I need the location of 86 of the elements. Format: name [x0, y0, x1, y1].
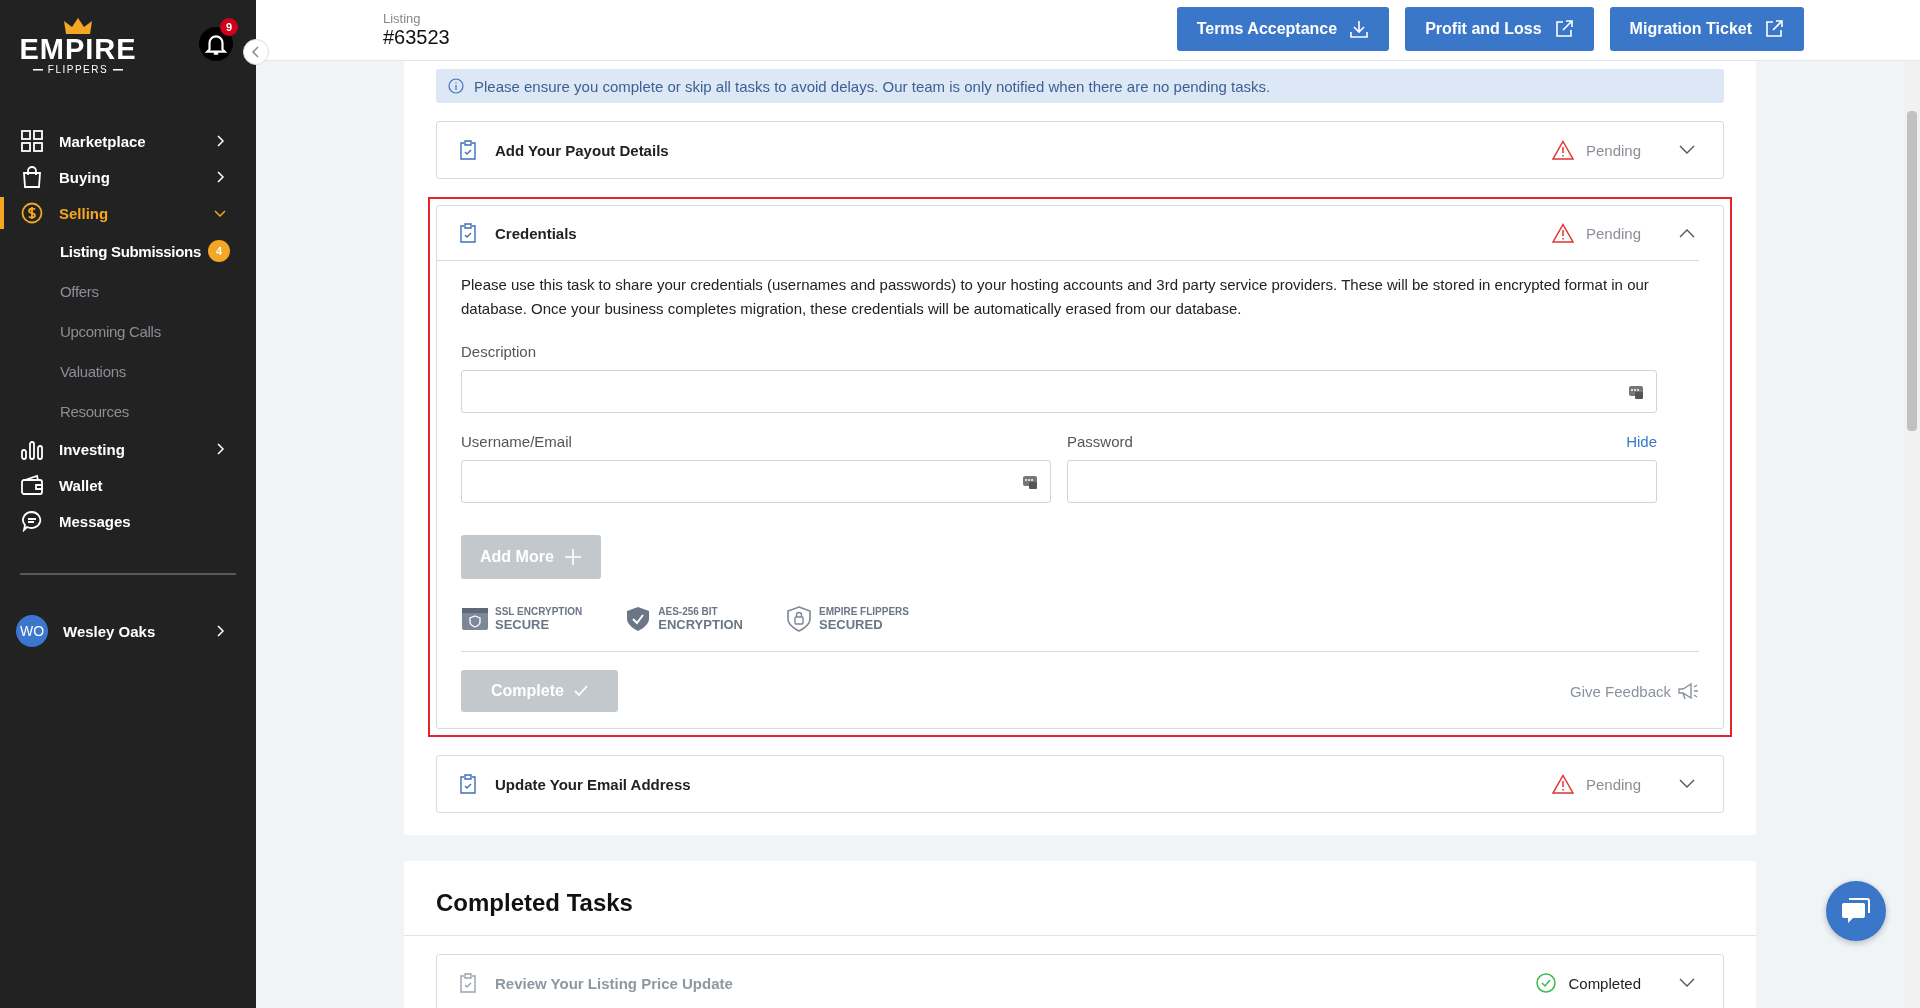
task-title: Review Your Listing Price Update: [495, 974, 734, 992]
header-button[interactable]: Migration Ticket: [1609, 7, 1804, 51]
notification-count-badge: 9: [220, 18, 238, 36]
crown-icon: [64, 18, 92, 36]
chevron-down-icon: [1679, 779, 1695, 789]
chevron-down-icon: [1679, 978, 1695, 988]
avatar: WO: [16, 615, 48, 647]
nav-item[interactable]: Marketplace: [0, 123, 256, 159]
logo-subtitle: FLIPPERS: [47, 64, 109, 75]
chevron-right-icon: [214, 625, 226, 637]
dash-icon: [32, 68, 43, 71]
shopping-bag-icon: [21, 166, 43, 188]
task-title: Add Your Payout Details: [495, 141, 670, 159]
task-title: Credentials: [495, 224, 578, 242]
external-link-icon: [1764, 19, 1784, 39]
header-button[interactable]: Profit and Loss: [1405, 7, 1594, 51]
task-status: Completed: [1568, 974, 1641, 992]
field-label: Description: [461, 343, 538, 360]
task-status: Pending: [1585, 224, 1641, 242]
security-badge-title: SECURED: [819, 617, 884, 632]
chat-bubbles-icon: [1841, 897, 1871, 925]
task-description: Please use this task to share your credentials (usernames and passwords) to your hosting accounts and 3rd party service providers. These will be stored in encrypted format in our database. Once your business completes migration, these credentials will be automatically erased from our database.: [461, 275, 1650, 319]
dollar-circle-icon: [21, 202, 43, 224]
info-icon: [448, 78, 464, 94]
description-field[interactable]: [461, 370, 1657, 413]
grid-icon: [21, 130, 43, 152]
bar-chart-icon: [21, 438, 43, 460]
clipboard-check-icon: [459, 140, 477, 160]
nav-subitem[interactable]: Valuations: [0, 351, 256, 391]
password-manager-icon: [1628, 383, 1644, 400]
username-field[interactable]: [461, 460, 1051, 503]
chat-bubble-icon: [21, 510, 43, 532]
checkmark-icon: [573, 685, 588, 697]
field-label: Password: [1067, 433, 1133, 450]
nav-item[interactable]: Messages: [0, 503, 256, 539]
chat-button[interactable]: [1826, 881, 1886, 941]
security-badge-title: ENCRYPTION: [658, 617, 743, 632]
nav-item[interactable]: Investing: [0, 431, 256, 467]
clipboard-check-icon: [459, 973, 477, 993]
download-icon: [1349, 19, 1370, 39]
shield-lock-icon: [785, 605, 813, 633]
chevron-down-icon: [1679, 145, 1695, 155]
listing-number: #63523: [383, 26, 450, 49]
warning-icon: [1551, 140, 1574, 160]
count-badge: 4: [208, 240, 230, 262]
chevron-left-icon: [251, 45, 261, 59]
chevron-up-icon: [1679, 228, 1695, 238]
dash-icon: [113, 68, 124, 71]
plus-icon: [563, 548, 582, 566]
scrollbar[interactable]: [1904, 61, 1920, 1008]
security-badge-caption: AES-256 BIT: [658, 606, 719, 617]
nav-item[interactable]: Selling: [0, 195, 256, 231]
header-button[interactable]: Terms Acceptance: [1176, 7, 1390, 51]
megaphone-icon: [1677, 681, 1699, 701]
external-link-icon: [1553, 19, 1574, 39]
nav-item[interactable]: Buying: [0, 159, 256, 195]
warning-icon: [1551, 774, 1574, 794]
nav-subitem[interactable]: Listing Submissions 4: [0, 231, 256, 271]
password-manager-icon: [1022, 473, 1038, 490]
nav-subitem[interactable]: Offers: [0, 271, 256, 311]
clipboard-check-icon: [459, 223, 477, 243]
task-title: Update Your Email Address: [495, 775, 692, 793]
warning-icon: [1551, 223, 1574, 243]
clipboard-check-icon: [459, 774, 477, 794]
field-label: Username/Email: [461, 433, 573, 450]
task-status: Pending: [1585, 141, 1641, 159]
nav-item[interactable]: Wallet: [0, 467, 256, 503]
security-badge-caption: SSL ENCRYPTION: [495, 606, 583, 617]
nav-subitem[interactable]: Upcoming Calls: [0, 311, 256, 351]
user-menu[interactable]: WO Wesley Oaks: [0, 615, 256, 647]
password-field[interactable]: [1067, 460, 1657, 503]
logo-wordmark: EMPIRE: [19, 34, 137, 64]
wallet-icon: [21, 474, 43, 496]
listing-label: Listing: [383, 11, 422, 26]
section-title: Completed Tasks: [435, 888, 634, 918]
give-feedback-link[interactable]: Give Feedback: [1570, 681, 1699, 701]
check-circle-icon: [1536, 973, 1557, 993]
task-status: Pending: [1585, 775, 1641, 793]
hide-password-link[interactable]: Hide: [1626, 433, 1657, 460]
notice-text: Please ensure you complete or skip all tasks to avoid delays. Our team is only notified when there are no pending tasks.: [474, 77, 1271, 95]
security-badge-title: SECURE: [495, 617, 551, 632]
logo[interactable]: EMPIRE FLIPPERS: [20, 18, 136, 75]
security-badge-caption: EMPIRE FLIPPERS: [819, 606, 909, 617]
nav-subitem[interactable]: Resources: [0, 391, 256, 431]
browser-shield-icon: [461, 605, 489, 633]
collapse-sidebar-button[interactable]: [243, 39, 269, 65]
